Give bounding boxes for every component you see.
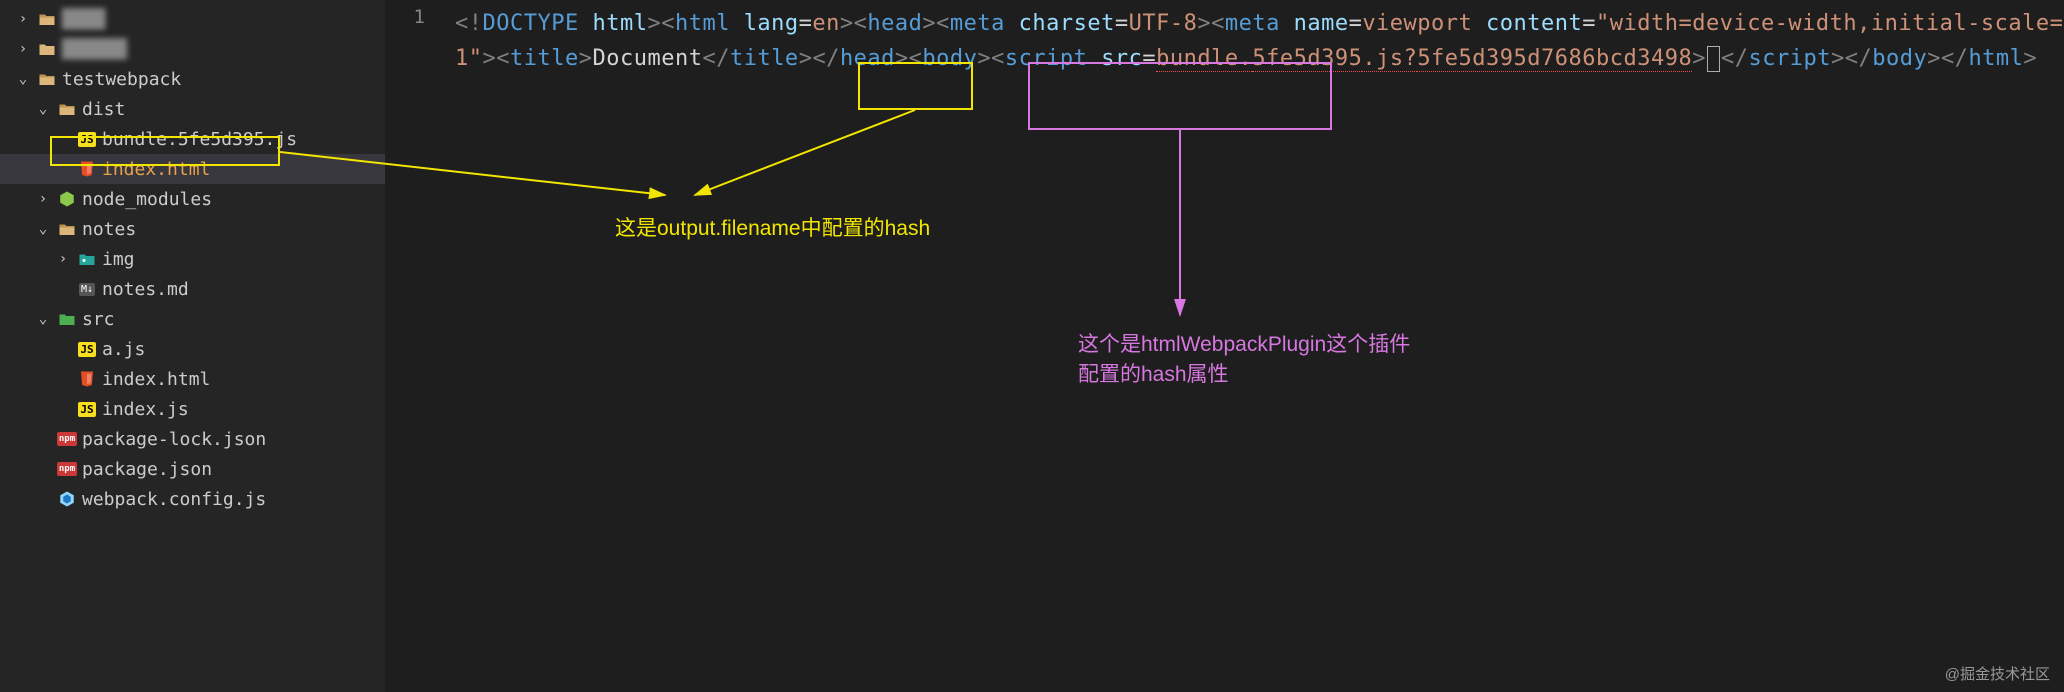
webpack-icon [54,490,80,508]
tree-item-bundle-5fe5d395-js[interactable]: JSbundle.5fe5d395.js [0,124,385,154]
tree-item-package-lock-json[interactable]: npmpackage-lock.json [0,424,385,454]
tree-item-img[interactable]: › img [0,244,385,274]
chevron-icon: ⌄ [12,71,34,87]
line-number: 1 [385,6,425,28]
tree-item-label: index.html [102,159,210,180]
html-icon [74,370,100,388]
tree-item-label: notes.md [102,279,189,300]
tree-item-node-modules[interactable]: › node_modules [0,184,385,214]
tree-item-src[interactable]: ⌄ src [0,304,385,334]
img-folder-icon [74,250,100,268]
tree-item-notes-md[interactable]: M↓notes.md [0,274,385,304]
tree-item-label: package.json [82,459,212,480]
folder-open-icon [34,10,60,28]
tree-item-label: package-lock.json [82,429,266,450]
tree-item-notes[interactable]: ⌄ notes [0,214,385,244]
tree-item-index-html[interactable]: index.html [0,154,385,184]
chevron-icon: ⌄ [32,221,54,237]
line-gutter: 1 [385,0,455,692]
md-icon: M↓ [74,283,100,296]
chevron-icon: › [52,251,74,267]
tree-item-label: bundle.5fe5d395.js [102,129,297,150]
html-icon [74,160,100,178]
file-explorer[interactable]: ›████›██████⌄testwebpack⌄distJSbundle.5f… [0,0,385,692]
cursor [1707,46,1720,72]
tree-item-dist[interactable]: ⌄ dist [0,94,385,124]
tree-item-label: dist [82,99,125,120]
tree-item-label: ████ [62,9,105,30]
folder-open-icon [54,100,80,118]
annotation-yellow: 这是output.filename中配置的hash [615,212,930,242]
js-icon: JS [74,402,100,417]
tree-item-label: notes [82,219,136,240]
chevron-icon: ⌄ [32,311,54,327]
folder-open-icon [34,70,60,88]
tree-item-----[interactable]: › ████ [0,4,385,34]
tree-item-label: a.js [102,339,145,360]
folder-open-icon [54,220,80,238]
tree-item-label: index.html [102,369,210,390]
tree-item-label: node_modules [82,189,212,210]
chevron-icon: › [12,11,34,27]
tree-item-testwebpack[interactable]: ⌄ testwebpack [0,64,385,94]
npm-icon: npm [54,462,80,476]
tree-item-------[interactable]: › ██████ [0,34,385,64]
annotation-magenta: 这个是htmlWebpackPlugin这个插件 配置的hash属性 [1078,330,1410,390]
tree-item-label: ██████ [62,39,127,60]
tree-item-webpack-config-js[interactable]: webpack.config.js [0,484,385,514]
code-line: <!DOCTYPE html><html lang=en><head><meta… [455,6,2064,76]
tree-item-label: index.js [102,399,189,420]
js-icon: JS [74,132,100,147]
tree-item-index-html[interactable]: index.html [0,364,385,394]
chevron-icon: › [32,191,54,207]
tree-item-label: webpack.config.js [82,489,266,510]
node-icon [54,190,80,208]
tree-item-a-js[interactable]: JSa.js [0,334,385,364]
src-folder-icon [54,310,80,328]
tree-item-package-json[interactable]: npmpackage.json [0,454,385,484]
npm-icon: npm [54,432,80,446]
tree-item-label: src [82,309,115,330]
tree-item-label: testwebpack [62,69,181,90]
chevron-icon: ⌄ [32,101,54,117]
watermark: @掘金技术社区 [1945,663,2050,684]
tree-item-index-js[interactable]: JSindex.js [0,394,385,424]
tree-item-label: img [102,249,135,270]
chevron-icon: › [12,41,34,57]
folder-icon [34,40,60,58]
js-icon: JS [74,342,100,357]
